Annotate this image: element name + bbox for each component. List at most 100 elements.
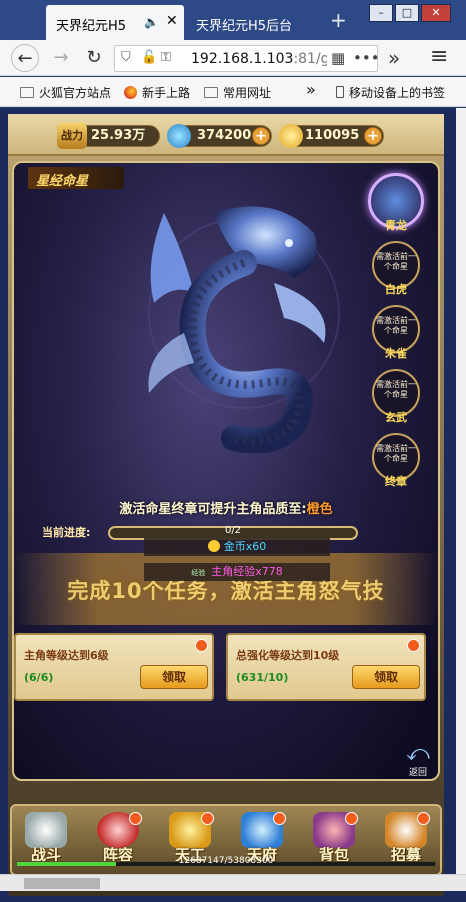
reward-exp: 经验 主角经验x778: [144, 563, 330, 581]
task-title: 总强化等级达到10级: [236, 649, 340, 662]
bookmark-label: 移动设备上的书签: [349, 86, 446, 100]
bookmark-mobile[interactable]: 移动设备上的书签: [336, 84, 445, 101]
restore-button[interactable]: □: [395, 4, 419, 22]
star-locked-text: 需激活前一个命星: [376, 380, 416, 399]
notification-dot-icon: [345, 812, 358, 825]
folder-icon: [20, 87, 34, 98]
return-arrow-icon: ⤺: [406, 741, 430, 766]
crossed-axes-icon: [25, 812, 67, 848]
task-card-level: 主角等级达到6级 (6/6) 领取: [14, 633, 214, 701]
exp-text: 12687147/53808300: [178, 856, 274, 866]
bookmark-label: 火狐官方站点: [39, 86, 112, 100]
mobile-icon: [336, 86, 344, 98]
gem-value: 374200: [197, 128, 252, 143]
bookmark-getting-started[interactable]: 新手上路: [124, 84, 190, 101]
task-count: (6/6): [24, 671, 54, 684]
star-locked-text: 需激活前一个命星: [376, 316, 416, 335]
claim-button[interactable]: 领取: [352, 665, 420, 689]
azure-dragon-illustration: [148, 206, 340, 453]
horizontal-scrollbar[interactable]: [0, 874, 466, 891]
gem-display: 374200 +: [167, 124, 272, 148]
bookmark-common-sites[interactable]: 常用网址: [204, 84, 271, 101]
reload-button[interactable]: ↻: [80, 44, 108, 72]
scrollbar-thumb[interactable]: [24, 878, 100, 889]
tab-title: 天界纪元H5: [56, 19, 127, 34]
bookmarks-bar: 火狐官方站点 新手上路 常用网址 » 移动设备上的书签: [0, 77, 466, 107]
star-finale-label: 终章: [385, 475, 407, 488]
tab-admin[interactable]: 天界纪元H5后台: [186, 5, 324, 40]
add-gems-button[interactable]: +: [252, 127, 270, 145]
gold-display: 110095 +: [279, 124, 384, 148]
activate-desc-text: 激活命星终章可提升主角品质至:: [119, 502, 307, 517]
notification-dot-icon: [201, 812, 214, 825]
gem-icon: [167, 124, 191, 148]
shield-icon[interactable]: ⛉: [121, 50, 131, 65]
url-path: :81/ga: [293, 51, 327, 67]
bookmark-label: 常用网址: [223, 86, 272, 100]
hamburger-menu-button[interactable]: ≡: [430, 44, 448, 69]
more-dots-icon[interactable]: •••: [353, 49, 380, 67]
star-baihu-label: 白虎: [385, 283, 407, 296]
url-host: 192.168.1.103: [191, 51, 294, 67]
bookmark-label: 新手上路: [142, 86, 191, 100]
power-value: 25.93万: [91, 128, 146, 143]
game-canvas[interactable]: 战力 25.93万 374200 + 110095 + 星经命星 青龙 需激活前…: [0, 108, 466, 902]
close-tab-icon[interactable]: ✕: [166, 13, 178, 29]
return-button[interactable]: ⤺ 返回: [400, 741, 436, 779]
url-text[interactable]: 192.168.1.103:81/ga: [191, 51, 327, 67]
overflow-menu-button[interactable]: »: [388, 46, 400, 70]
tab-title: 天界纪元H5后台: [196, 19, 293, 34]
forward-button[interactable]: →: [47, 44, 75, 72]
activate-description: 激活命星终章可提升主角品质至:橙色: [96, 498, 356, 517]
notification-dot-icon: [195, 639, 208, 652]
reward-exp-text: 主角经验x778: [211, 565, 283, 578]
firefox-icon: [124, 86, 137, 99]
back-button[interactable]: ←: [11, 44, 39, 72]
notification-dot-icon: [417, 812, 430, 825]
star-qinglong-label: 青龙: [385, 219, 407, 232]
resource-bar: 战力 25.93万 374200 + 110095 +: [8, 114, 444, 156]
add-gold-button[interactable]: +: [364, 127, 382, 145]
power-badge-icon: 战力: [57, 123, 87, 149]
arrow-right-icon: →: [53, 47, 69, 68]
gold-coin-icon: [207, 540, 220, 552]
arrow-left-icon: ←: [17, 48, 33, 69]
notification-dot-icon: [273, 812, 286, 825]
insecure-lock-icon[interactable]: 🔓: [141, 50, 157, 65]
speaker-icon[interactable]: 🔈: [144, 15, 159, 29]
notification-dot-icon: [407, 639, 420, 652]
vertical-scrollbar[interactable]: [456, 108, 466, 874]
url-bar[interactable]: ⛉ 🔓 ⚿ 192.168.1.103:81/ga ▦ •••: [114, 45, 380, 72]
notification-dot-icon: [129, 812, 142, 825]
star-locked-text: 需激活前一个命星: [376, 252, 416, 271]
tab-bar: 天界纪元H5 🔈 ✕ 天界纪元H5后台 + – □ ✕: [0, 0, 466, 40]
reward-gold: 金币x60: [144, 538, 330, 556]
claim-button[interactable]: 领取: [140, 665, 208, 689]
power-display: 战力 25.93万: [57, 123, 160, 149]
panel-title: 星经命星: [28, 167, 124, 189]
tab-game[interactable]: 天界纪元H5 🔈 ✕: [46, 5, 184, 40]
folder-icon: [204, 87, 218, 98]
exp-tag: 经验: [191, 569, 206, 577]
bookmarks-overflow-button[interactable]: »: [306, 80, 316, 99]
reload-icon: ↻: [86, 47, 102, 68]
gold-value: 110095: [305, 128, 360, 143]
qr-code-icon[interactable]: ▦: [331, 49, 345, 67]
quality-text: 橙色: [306, 502, 333, 517]
task-title: 主角等级达到6级: [24, 649, 109, 662]
star-zhuque-label: 朱雀: [385, 347, 407, 360]
minimize-button[interactable]: –: [369, 4, 393, 22]
progress-value: 0/2: [224, 525, 242, 536]
new-tab-button[interactable]: +: [330, 8, 347, 32]
game-frame: 战力 25.93万 374200 + 110095 + 星经命星 青龙 需激活前…: [8, 114, 444, 896]
progress-label: 当前进度:: [42, 526, 91, 539]
task-card-enhance: 总强化等级达到10级 (631/10) 领取: [226, 633, 426, 701]
gold-coin-icon: [279, 124, 303, 148]
key-icon[interactable]: ⚿: [161, 50, 171, 65]
close-window-button[interactable]: ✕: [421, 4, 451, 22]
star-xuanwu-label: 玄武: [385, 411, 407, 424]
star-panel: 星经命星 青龙 需激活前一个命星 白虎 需激活前一个命星 朱雀 需激活前一个命星…: [12, 161, 440, 781]
bookmark-firefox-official[interactable]: 火狐官方站点: [20, 84, 111, 101]
return-label: 返回: [408, 768, 427, 778]
star-locked-text: 需激活前一个命星: [376, 444, 416, 463]
